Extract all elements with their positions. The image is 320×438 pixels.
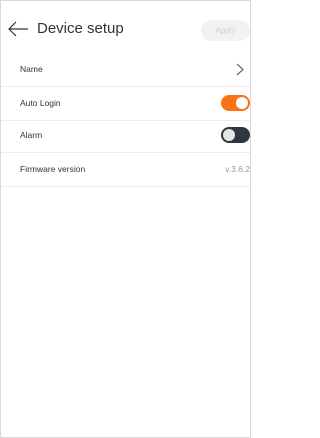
- apply-button[interactable]: Apply: [201, 20, 250, 41]
- chevron-right-icon: [235, 63, 245, 76]
- name-label: Name: [20, 64, 43, 74]
- device-setup-screen: Device setup Apply Name Auto Login Alarm…: [0, 0, 251, 438]
- auto-login-label: Auto Login: [20, 98, 61, 108]
- alarm-label: Alarm: [20, 130, 43, 140]
- page-title: Device setup: [37, 20, 124, 37]
- header-bar: Device setup Apply: [1, 1, 250, 53]
- settings-row-firmware: Firmware version v.3.6.2: [1, 153, 250, 187]
- settings-row-alarm: Alarm: [1, 119, 250, 153]
- arrow-left-icon: [8, 21, 28, 37]
- firmware-label: Firmware version: [20, 164, 86, 174]
- auto-login-toggle[interactable]: [221, 95, 250, 111]
- back-button[interactable]: [7, 18, 29, 40]
- settings-row-name[interactable]: Name: [1, 53, 250, 87]
- toggle-knob: [223, 129, 235, 141]
- toggle-knob: [236, 97, 248, 109]
- firmware-version-value: v.3.6.2: [225, 164, 250, 174]
- alarm-toggle[interactable]: [221, 127, 250, 143]
- settings-row-auto-login: Auto Login: [1, 87, 250, 121]
